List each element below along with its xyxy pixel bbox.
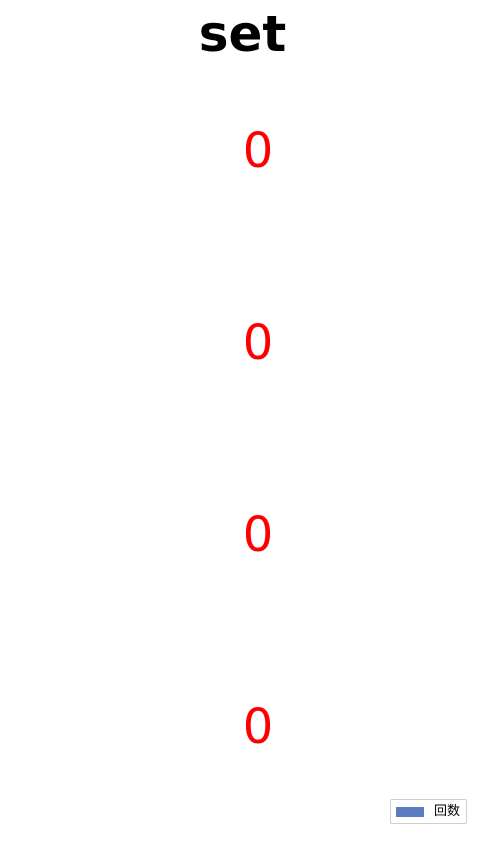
legend-label: 回数: [434, 804, 461, 819]
chart-legend: 回数: [390, 799, 467, 824]
data-label-2: 0: [243, 507, 274, 563]
chart-plot-area: 0 0 0 0: [243, 123, 274, 755]
data-label-3: 0: [243, 699, 274, 755]
data-label-0: 0: [243, 123, 274, 179]
legend-swatch: [396, 806, 424, 817]
data-label-1: 0: [243, 315, 274, 371]
